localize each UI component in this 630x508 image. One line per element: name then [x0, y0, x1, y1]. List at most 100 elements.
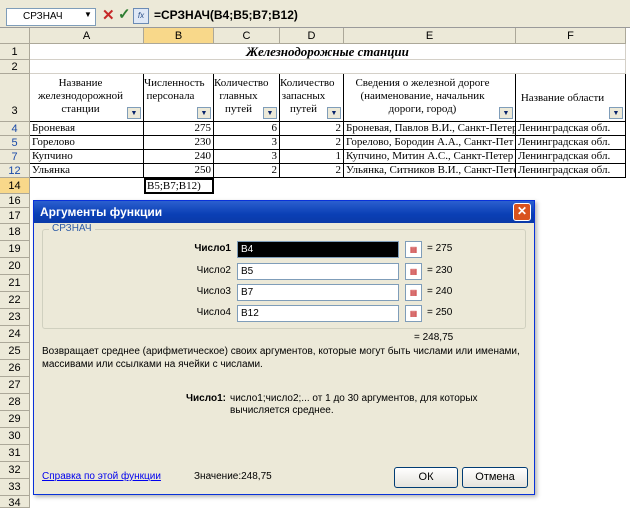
function-name-label: СРЗНАЧ	[49, 223, 95, 234]
arg-input-4[interactable]: B12	[237, 305, 399, 322]
total-result: = 248,75	[414, 332, 454, 343]
table-cell[interactable]: 250	[144, 164, 214, 178]
cancel-button[interactable]: Отмена	[462, 467, 528, 488]
table-cell[interactable]: 2	[280, 164, 344, 178]
table-cell[interactable]: Броневая	[30, 122, 144, 136]
range-select-icon[interactable]: ▦	[405, 241, 422, 258]
close-icon[interactable]: ✕	[513, 203, 531, 221]
table-cell[interactable]: 6	[214, 122, 280, 136]
cancel-formula-icon[interactable]: ✕	[102, 6, 115, 24]
row-header[interactable]: 31	[0, 445, 30, 462]
row-header[interactable]: 20	[0, 258, 30, 275]
function-arguments-dialog: Аргументы функции ✕ СРЗНАЧ Число1 B4 ▦ =…	[33, 200, 535, 495]
header-main-tracks[interactable]: Количество главных путей ▼	[214, 74, 280, 122]
table-cell[interactable]: 275	[144, 122, 214, 136]
table-cell[interactable]: 230	[144, 136, 214, 150]
header-railway-info[interactable]: Сведения о железной дороге (наименование…	[344, 74, 516, 122]
empty-row[interactable]	[30, 60, 626, 74]
sheet-title[interactable]: Железнодорожные станции	[30, 44, 626, 60]
range-select-icon[interactable]: ▦	[405, 263, 422, 280]
header-spare-tracks[interactable]: Количество запасных путей ▼	[280, 74, 344, 122]
active-cell[interactable]: B5;B7;B12)	[144, 178, 214, 194]
row-header[interactable]: 17	[0, 208, 30, 224]
name-box[interactable]: СРЗНАЧ	[6, 8, 96, 26]
row-header[interactable]: 24	[0, 326, 30, 343]
table-cell[interactable]: 3	[214, 136, 280, 150]
row-header[interactable]: 28	[0, 394, 30, 411]
formula-bar: СРЗНАЧ ▼ ✕ ✓ fx =СРЗНАЧ(B4;B5;B7;B12)	[0, 0, 630, 28]
arg-input-3[interactable]: B7	[237, 284, 399, 301]
header-staff-count[interactable]: Численность персонала ▼	[144, 74, 214, 122]
row-header[interactable]: 16	[0, 194, 30, 208]
table-cell[interactable]: 2	[280, 136, 344, 150]
table-cell[interactable]: Купчино	[30, 150, 144, 164]
confirm-formula-icon[interactable]: ✓	[118, 5, 131, 23]
column-header-d[interactable]: D	[280, 28, 344, 44]
table-cell[interactable]: Ленинградская обл.	[516, 164, 626, 178]
range-select-icon[interactable]: ▦	[405, 284, 422, 301]
arg-input-1[interactable]: B4	[237, 241, 399, 258]
header-region[interactable]: Название области ▼	[516, 74, 626, 122]
row-header[interactable]: 27	[0, 377, 30, 394]
arg-result: = 250	[427, 307, 453, 318]
table-cell[interactable]: Горелово, Бородин А.А., Санкт-Пет	[344, 136, 516, 150]
row-header[interactable]: 5	[0, 136, 30, 150]
filter-dropdown-icon[interactable]: ▼	[499, 107, 513, 119]
table-cell[interactable]: Ленинградская обл.	[516, 150, 626, 164]
arg-label: Число2	[196, 265, 231, 276]
filter-dropdown-icon[interactable]: ▼	[263, 107, 277, 119]
column-header-e[interactable]: E	[344, 28, 516, 44]
row-header[interactable]: 32	[0, 462, 30, 479]
row-header[interactable]: 21	[0, 275, 30, 292]
filter-dropdown-icon[interactable]: ▼	[609, 107, 623, 119]
table-cell[interactable]: Ульянка	[30, 164, 144, 178]
row-header[interactable]: 33	[0, 479, 30, 496]
arg-input-2[interactable]: B5	[237, 263, 399, 280]
column-header-f[interactable]: F	[516, 28, 626, 44]
row-header[interactable]: 29	[0, 411, 30, 428]
column-header-b[interactable]: B	[144, 28, 214, 44]
table-cell[interactable]: Купчино, Митин А.С., Санкт-Петер	[344, 150, 516, 164]
formula-input[interactable]: =СРЗНАЧ(B4;B5;B7;B12)	[154, 8, 298, 22]
row-header[interactable]: 3	[0, 74, 30, 122]
row-header[interactable]: 25	[0, 343, 30, 360]
row-header[interactable]: 26	[0, 360, 30, 377]
row-header[interactable]: 2	[0, 60, 30, 74]
table-cell[interactable]: 1	[280, 150, 344, 164]
arg-label: Число3	[196, 286, 231, 297]
select-all-corner[interactable]	[0, 28, 30, 44]
row-header[interactable]: 30	[0, 428, 30, 445]
filter-dropdown-icon[interactable]: ▼	[327, 107, 341, 119]
help-link[interactable]: Справка по этой функции	[42, 471, 161, 482]
table-cell[interactable]: Ульянка, Ситников В.И., Санкт-Пете	[344, 164, 516, 178]
column-header-c[interactable]: C	[214, 28, 280, 44]
table-cell[interactable]: 2	[280, 122, 344, 136]
row-header[interactable]: 23	[0, 309, 30, 326]
table-cell[interactable]: Ленинградская обл.	[516, 122, 626, 136]
table-cell[interactable]: Горелово	[30, 136, 144, 150]
ok-button[interactable]: ОК	[394, 467, 458, 488]
row-header[interactable]: 1	[0, 44, 30, 60]
row-header[interactable]: 22	[0, 292, 30, 309]
header-station-name[interactable]: Название железнодорожной станции ▼	[30, 74, 144, 122]
table-cell[interactable]: 2	[214, 164, 280, 178]
arg-result: = 275	[427, 243, 453, 254]
table-cell[interactable]: Ленинградская обл.	[516, 136, 626, 150]
table-cell[interactable]: 240	[144, 150, 214, 164]
dialog-title[interactable]: Аргументы функции	[34, 201, 534, 223]
row-header[interactable]: 7	[0, 150, 30, 164]
row-header[interactable]: 12	[0, 164, 30, 178]
chevron-down-icon[interactable]: ▼	[84, 10, 92, 19]
table-cell[interactable]: Броневая, Павлов В.И., Санкт-Петер	[344, 122, 516, 136]
row-header[interactable]: 19	[0, 241, 30, 258]
row-header[interactable]: 18	[0, 224, 30, 241]
row-header[interactable]: 34	[0, 496, 30, 508]
filter-dropdown-icon[interactable]: ▼	[197, 107, 211, 119]
insert-function-button[interactable]: fx	[133, 8, 149, 24]
table-cell[interactable]: 3	[214, 150, 280, 164]
range-select-icon[interactable]: ▦	[405, 305, 422, 322]
column-header-a[interactable]: A	[30, 28, 144, 44]
row-header[interactable]: 4	[0, 122, 30, 136]
row-header[interactable]: 14	[0, 178, 30, 194]
filter-dropdown-icon[interactable]: ▼	[127, 107, 141, 119]
